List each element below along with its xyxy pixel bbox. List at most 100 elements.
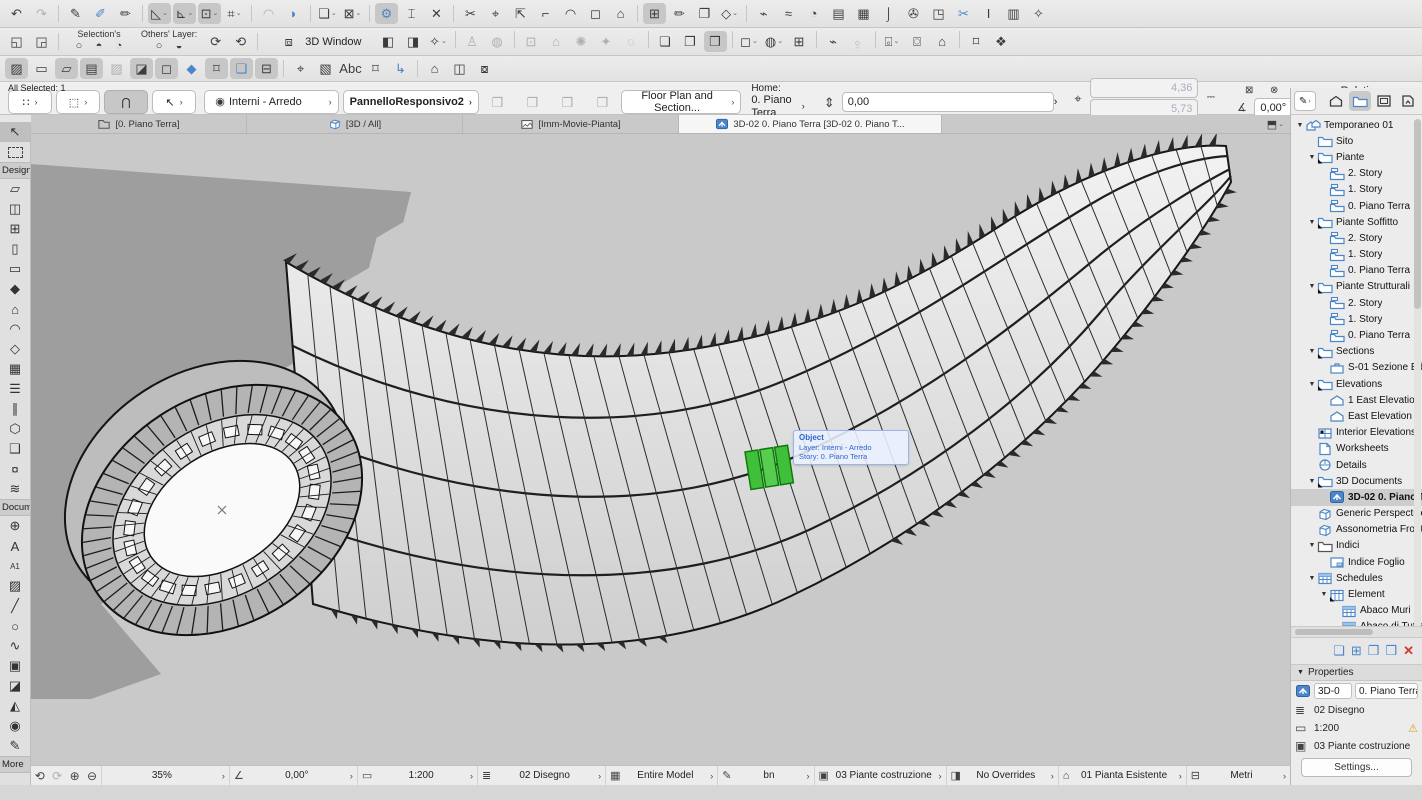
drawing-canvas[interactable]: Object Layer: Interni - Arredo Story: 0.… xyxy=(31,134,1290,765)
beam-display-icon[interactable]: ▭ xyxy=(30,58,53,79)
tree-item-element[interactable]: ▼Element xyxy=(1291,586,1422,602)
tab--0-piano-terra-[interactable]: [0. Piano Terra] xyxy=(31,115,247,133)
layer-selector[interactable]: ◉ Interni - Arredo › xyxy=(204,90,339,114)
roof-icon[interactable]: ⌂ xyxy=(609,3,632,24)
shell-tool-icon[interactable]: ◠ xyxy=(0,319,30,339)
tree-item-sito[interactable]: Sito xyxy=(1291,133,1422,149)
page-next-icon[interactable]: ❐ xyxy=(679,31,702,52)
expand-caret-icon[interactable]: ▼ xyxy=(1307,154,1317,161)
composite-display-icon[interactable]: ▤ xyxy=(80,58,103,79)
camera-add-icon[interactable]: ⌼ xyxy=(906,31,929,52)
line-tool-icon[interactable]: ╱ xyxy=(0,596,30,616)
orbit-icon[interactable]: ◍ xyxy=(486,31,509,52)
transform-icon[interactable]: ⊞ xyxy=(643,3,666,24)
edit-hatch-icon[interactable]: ✏ xyxy=(668,3,691,24)
scale-row[interactable]: ▭ 1:200 ⚠ xyxy=(1291,719,1422,737)
ibeam-icon[interactable]: I xyxy=(977,3,1000,24)
tree-item-sections[interactable]: ▼Sections xyxy=(1291,344,1422,360)
profile-display-icon[interactable]: ◪ xyxy=(130,58,153,79)
toolbox-section-more[interactable]: More xyxy=(0,756,30,773)
cutaway-icon[interactable]: ⧇ xyxy=(473,58,496,79)
text-display-icon[interactable]: Abc xyxy=(339,58,362,79)
expand-caret-icon[interactable]: ▼ xyxy=(1307,348,1317,355)
grid-snap-icon[interactable]: ⌗⌄ xyxy=(223,3,246,24)
tree-horizontal-scrollbar[interactable] xyxy=(1291,626,1422,637)
stripe-fill-icon[interactable]: ▦ xyxy=(852,3,875,24)
wall-extras-icon[interactable]: ⌁ xyxy=(752,3,775,24)
spray-icon[interactable]: ⍚ xyxy=(847,31,870,52)
fill-tool-icon[interactable]: ▨ xyxy=(0,576,30,596)
measure-icon[interactable]: ⌶ xyxy=(400,3,423,24)
add-view-icon[interactable]: ⊞ xyxy=(1351,643,1362,659)
status-graphic-overrides[interactable]: ◨No Overrides› xyxy=(946,766,1058,786)
render-frame-icon[interactable]: ⊡ xyxy=(520,31,543,52)
marquee-select-button[interactable]: ⬚› xyxy=(56,90,100,114)
figure-tool-icon[interactable]: ▣ xyxy=(0,656,30,676)
dimension-display-icon[interactable]: ⌖ xyxy=(289,58,312,79)
axonometry-icon[interactable]: ◨ xyxy=(402,31,425,52)
inject-parameters-icon[interactable]: ✐ xyxy=(89,3,112,24)
reference-display-icon[interactable]: ⊟ xyxy=(255,58,278,79)
tree-item-east-elevation[interactable]: East Elevation xyxy=(1291,408,1422,424)
origin-reset-icon[interactable]: ⊗ xyxy=(1263,84,1286,98)
pickup-parameters-icon[interactable]: ✎ xyxy=(64,3,87,24)
perspective-icon[interactable]: ◧ xyxy=(377,31,400,52)
tree-item-worksheets[interactable]: Worksheets xyxy=(1291,441,1422,457)
label-tool-icon[interactable]: A1 xyxy=(0,556,30,576)
tree-item-abaco-muri[interactable]: Abaco Muri xyxy=(1291,603,1422,619)
tree-item-0-piano-terra[interactable]: 0. Piano Terra xyxy=(1291,263,1422,279)
object-3d-mode-2-icon[interactable]: ❒ xyxy=(521,92,544,113)
expand-caret-icon[interactable]: ▼ xyxy=(1307,575,1317,582)
properties-header[interactable]: ▼ Properties xyxy=(1291,665,1422,681)
default-settings-button[interactable]: ∷› xyxy=(8,90,52,114)
arrow-tool-icon[interactable]: ↖ xyxy=(0,122,30,142)
pen-set-selector[interactable]: ✎ › xyxy=(1294,91,1316,111)
tree-item-2-story[interactable]: 2. Story xyxy=(1291,166,1422,182)
text-tool-icon[interactable]: A xyxy=(0,536,30,556)
corner-window-icon[interactable]: ◳ xyxy=(927,3,950,24)
tree-item-piante-strutturali[interactable]: ▼Piante Strutturali xyxy=(1291,279,1422,295)
elevation-field[interactable]: 0,00 xyxy=(842,92,1054,112)
paint-cube-icon[interactable]: ❖ xyxy=(990,31,1013,52)
status-working-units[interactable]: ⊟Metri› xyxy=(1186,766,1290,786)
redo-icon[interactable]: ↷ xyxy=(30,3,53,24)
beam-tool-icon[interactable]: ▭ xyxy=(0,259,30,279)
editing-plane-icon[interactable]: ◠ xyxy=(257,3,280,24)
expand-caret-icon[interactable]: ▼ xyxy=(1319,591,1329,598)
bounding-display-icon[interactable]: ⌑ xyxy=(205,58,228,79)
zoom-reset-icon[interactable]: ⊖ xyxy=(83,767,100,785)
magnet-button[interactable]: ⋂ xyxy=(104,90,148,114)
gravity-icon[interactable]: ◗ xyxy=(282,3,305,24)
rebuild-icon[interactable]: ⟲ xyxy=(229,31,252,52)
status-renovation-filter[interactable]: ⌂01 Pianta Esistente› xyxy=(1058,766,1186,786)
cut-icon[interactable]: ✂ xyxy=(459,3,482,24)
brick-icon[interactable]: ▤ xyxy=(827,3,850,24)
expand-caret-icon[interactable]: ▼ xyxy=(1307,283,1317,290)
cancel-icon[interactable]: ✕ xyxy=(425,3,448,24)
select-previous-icon[interactable]: ◱ xyxy=(5,31,28,52)
snap-guides-icon[interactable]: ⊾⌄ xyxy=(173,3,196,24)
wall-tool-icon[interactable]: ▱ xyxy=(0,179,30,199)
schedule-icon[interactable]: ▥ xyxy=(1002,3,1025,24)
arrow-tool-button[interactable]: ↖› xyxy=(152,90,196,114)
move-tool-icon[interactable]: ⚙ xyxy=(375,3,398,24)
tree-item-1-story[interactable]: 1. Story xyxy=(1291,182,1422,198)
slab-display-icon[interactable]: ▱ xyxy=(55,58,78,79)
status-scale[interactable]: ▭1:200› xyxy=(357,766,477,786)
expand-caret-icon[interactable]: ▼ xyxy=(1307,542,1317,549)
favorite-selector[interactable]: PannelloResponsivo2 › xyxy=(343,90,479,114)
detail-tool-icon[interactable]: ◉ xyxy=(0,716,30,736)
marquee-tool-icon[interactable] xyxy=(0,142,30,162)
settings-button[interactable]: Settings... xyxy=(1301,758,1412,777)
expand-caret-icon[interactable]: ▼ xyxy=(1307,478,1317,485)
marquee-view-icon[interactable]: ◻⌄ xyxy=(738,31,761,52)
toolbox-section-docume[interactable]: Docume xyxy=(0,499,30,516)
tab-3d-02-0-piano-terra-3d-02-0-piano-t-[interactable]: 3D-02 0. Piano Terra [3D-02 0. Piano T..… xyxy=(679,115,942,133)
section-display-icon[interactable]: ◫ xyxy=(448,58,471,79)
hatch-arc-icon[interactable]: ◔ xyxy=(802,3,825,24)
render-flash-icon[interactable]: ✦ xyxy=(595,31,618,52)
coordinate-x-field[interactable]: 4,36 xyxy=(1090,78,1198,98)
clone-folder-icon[interactable]: ❒ xyxy=(1385,643,1397,659)
zoom-in-icon[interactable]: ⊕ xyxy=(66,767,83,785)
tree-item-0-piano-terra[interactable]: 0. Piano Terra xyxy=(1291,327,1422,343)
